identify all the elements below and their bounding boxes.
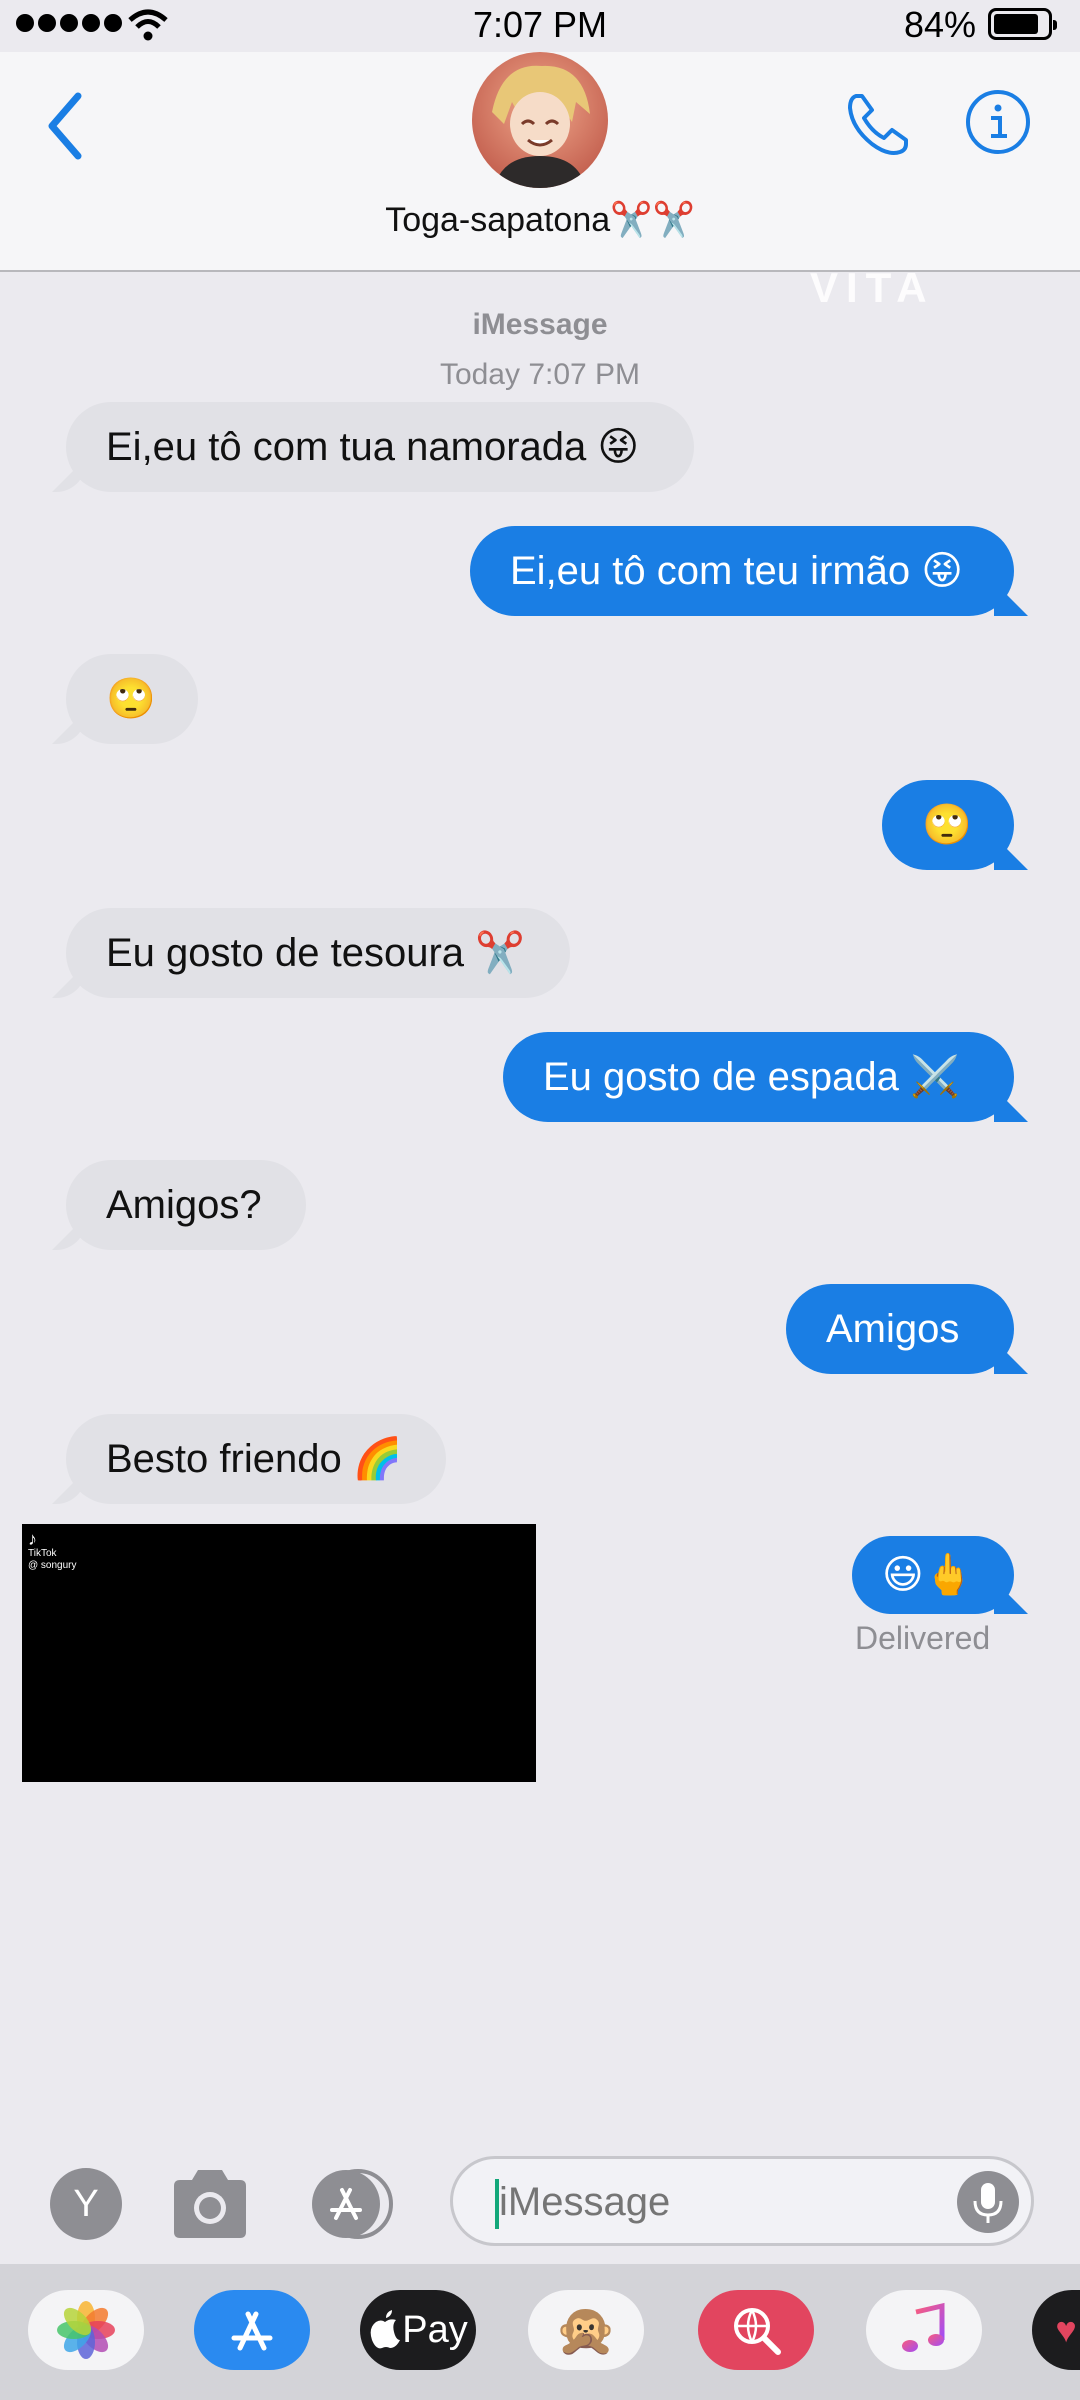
message-input[interactable] (497, 2173, 941, 2231)
tiktok-brand: TikTok (28, 1548, 57, 1559)
message-bubble-outgoing[interactable]: 😃🖕 (852, 1536, 1014, 1614)
phone-icon[interactable] (842, 88, 914, 160)
conversation-timestamp: Today 7:07 PM (439, 358, 641, 391)
message-bubble-outgoing[interactable]: Eu gosto de espada ⚔️ (503, 1032, 1014, 1122)
delivery-status: Delivered (855, 1620, 991, 1656)
message-bubble-outgoing[interactable]: Amigos (786, 1284, 1014, 1374)
heart-icon: ♥ (1055, 2309, 1077, 2350)
appstore-icon (231, 2311, 273, 2351)
app-store-button[interactable] (308, 2168, 398, 2240)
music-icon (902, 2302, 945, 2352)
tiktok-video-overlay[interactable]: ♪ TikTok @ songury (22, 1524, 536, 1782)
tiktok-handle: @ songury (28, 1560, 77, 1571)
message-bubble-outgoing[interactable]: Ei,eu tô com teu irmão 😝 (470, 526, 1014, 616)
applepay-label: Pay (402, 2308, 468, 2351)
appstore-icon (312, 2169, 393, 2239)
animoji-app-button[interactable]: 🙊 (528, 2290, 644, 2370)
tiktok-watermark: ♪ TikTok @ songury (28, 1530, 77, 1572)
music-app-button[interactable] (866, 2290, 982, 2370)
message-bubble-incoming[interactable]: 🙄 (66, 654, 198, 744)
y-app-button[interactable]: Y (50, 2168, 122, 2240)
back-chevron-icon[interactable] (40, 86, 90, 166)
monkey-icon: 🙊 (554, 2301, 618, 2358)
contact-name[interactable]: Toga-sapatona✂️✂️ (0, 200, 1080, 240)
photos-app-button[interactable] (28, 2290, 144, 2370)
globe-search-icon (734, 2308, 781, 2355)
watermark: VITA (810, 264, 935, 311)
app-drawer: Pay 🙊 ♥ (0, 2264, 1080, 2400)
photos-icon (57, 2301, 115, 2359)
message-bubble-incoming[interactable]: Besto friendo 🌈 (66, 1414, 446, 1504)
more-apps-button[interactable]: ♥ (1032, 2290, 1080, 2370)
service-label: iMessage (472, 308, 608, 341)
message-bubble-incoming[interactable]: Eu gosto de tesoura ✂️ (66, 908, 570, 998)
battery-icon (988, 8, 1057, 40)
battery-percent: 84% (904, 4, 977, 45)
app-store-app-button[interactable] (194, 2290, 310, 2370)
message-bubble-incoming[interactable]: Amigos? (66, 1160, 306, 1250)
applepay-icon (370, 2310, 401, 2349)
avatar-image (472, 52, 608, 188)
tiktok-logo-icon: ♪ (28, 1529, 37, 1549)
camera-icon[interactable] (168, 2166, 252, 2240)
status-bar: 7:07 PM 84% (0, 0, 1080, 52)
message-bubble-outgoing[interactable]: 🙄 (882, 780, 1014, 870)
contact-avatar[interactable] (472, 52, 608, 188)
microphone-icon[interactable] (957, 2171, 1019, 2233)
conversation-header: Toga-sapatona✂️✂️ (0, 52, 1080, 272)
message-bubble-incoming[interactable]: Ei,eu tô com tua namorada 😝 (66, 402, 694, 492)
info-icon[interactable] (964, 88, 1032, 156)
apple-pay-app-button[interactable]: Pay (360, 2290, 476, 2370)
web-search-app-button[interactable] (698, 2290, 814, 2370)
message-input-field[interactable] (450, 2156, 1034, 2246)
